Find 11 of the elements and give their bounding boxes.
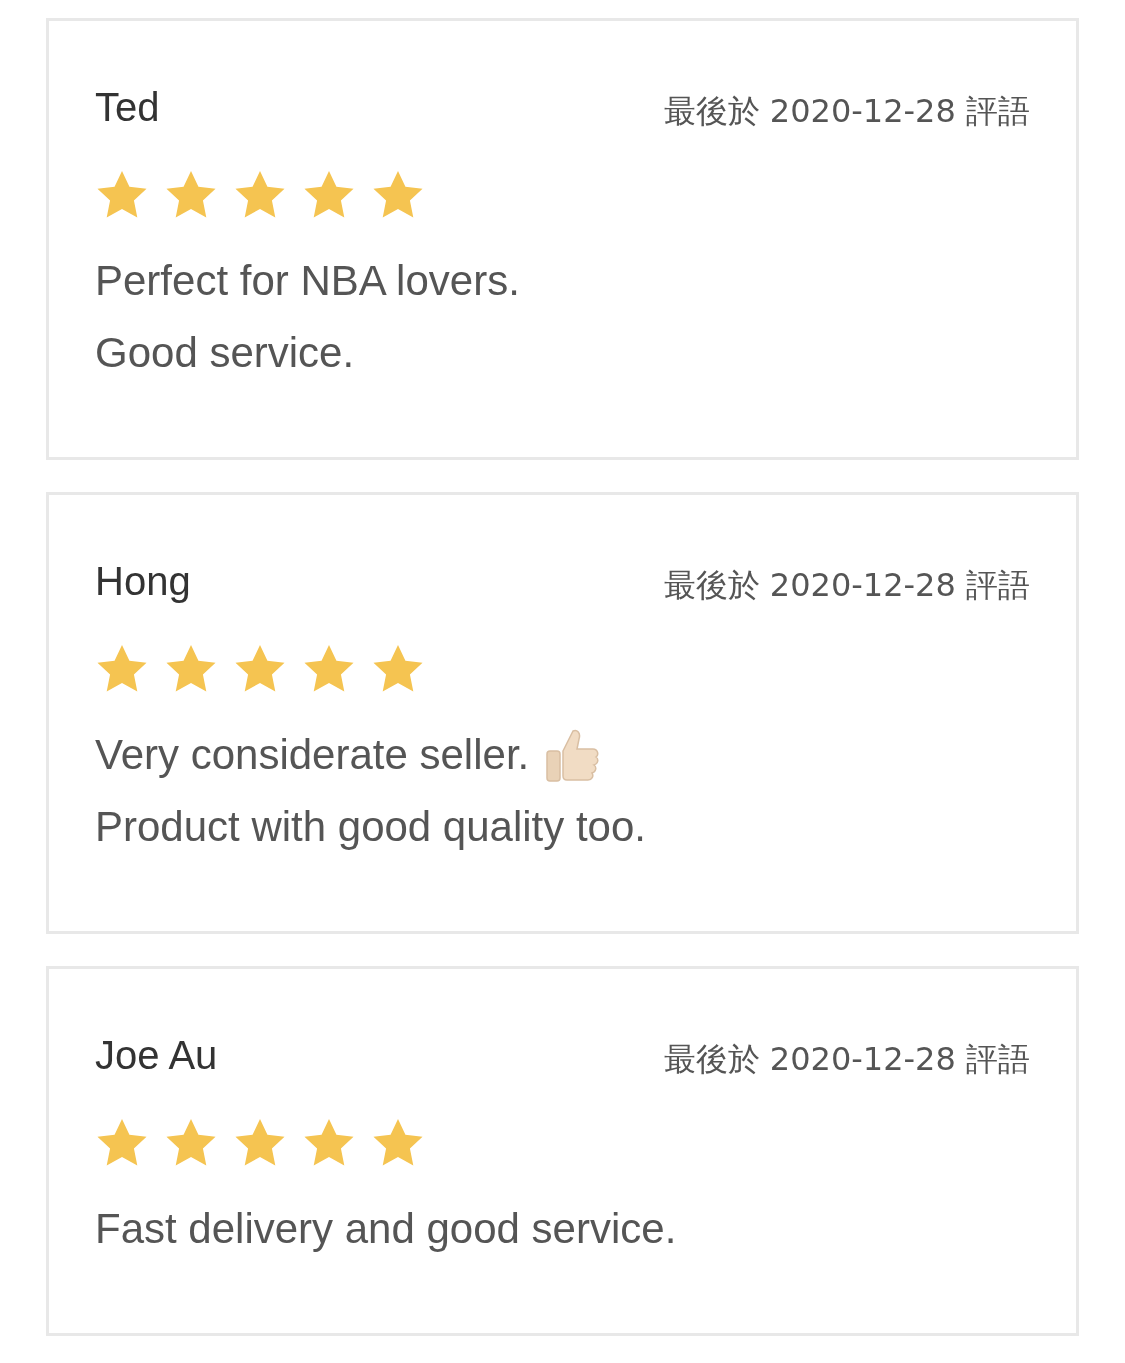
review-text: Perfect for NBA lovers. [95, 256, 520, 306]
review-text: Fast delivery and good service. [95, 1204, 677, 1254]
reviewer-name: Hong [95, 558, 191, 605]
review-date: 最後於 2020-12-28 評語 [663, 565, 1030, 605]
review-text: Very considerate seller. [95, 730, 530, 780]
review-date: 最後於 2020-12-28 評語 [663, 1039, 1030, 1079]
reviewer-name: Joe Au [95, 1032, 218, 1079]
review-date: 最後於 2020-12-28 評語 [663, 91, 1030, 131]
reviewer-name: Ted [95, 84, 160, 131]
review-text: Good service. [95, 328, 355, 378]
review-text: Product with good quality too. [95, 802, 646, 852]
